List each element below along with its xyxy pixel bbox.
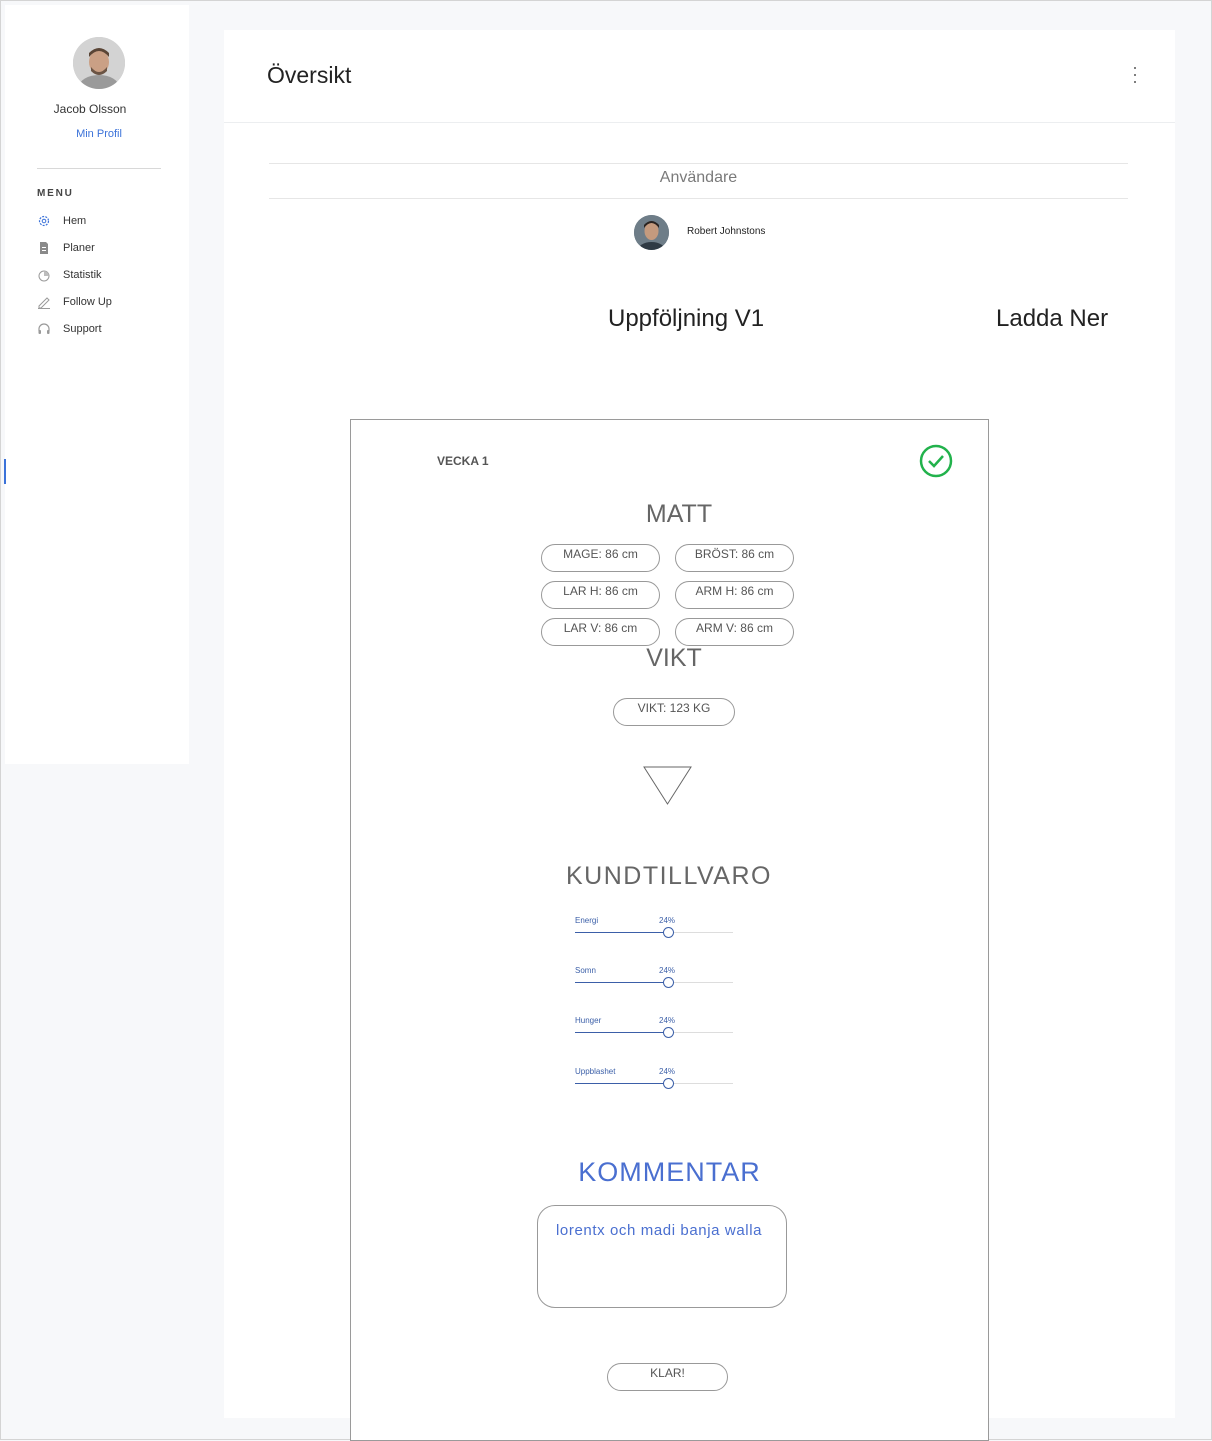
slider-uppblashet[interactable]: Uppblashet 24% [575, 1067, 733, 1097]
client-avatar[interactable] [634, 215, 669, 250]
measure-mage-field[interactable]: MAGE: 86 cm [541, 544, 660, 572]
measurements-heading: MATT [645, 500, 713, 528]
done-button[interactable]: KLAR! [607, 1363, 728, 1391]
slider-energi[interactable]: Energi 24% [575, 916, 733, 946]
sidebar-item-label: Support [63, 323, 102, 335]
sidebar-item-label: Statistik [63, 269, 102, 281]
sidebar-item-planer[interactable]: Planer [37, 239, 167, 257]
sidebar-item-statistik[interactable]: Statistik [37, 266, 167, 284]
slider-somn[interactable]: Somn 24% [575, 966, 733, 996]
comment-textarea[interactable]: lorentx och madi banja walla [537, 1205, 787, 1308]
sidebar-divider [37, 168, 161, 169]
sidebar-item-label: Follow Up [63, 296, 112, 308]
sidebar-item-support[interactable]: Support [37, 320, 167, 338]
slider-value: 24% [659, 1016, 676, 1025]
measure-brost-field[interactable]: BRÖST: 86 cm [675, 544, 794, 572]
section-divider-top [269, 163, 1128, 164]
slider-label: Hunger [575, 1016, 602, 1025]
client-name: Robert Johnstons [687, 226, 766, 237]
weight-heading: VIKT [646, 644, 702, 672]
menu-title: MENU [37, 188, 74, 199]
gear-icon [37, 214, 51, 228]
main-panel: Översikt Användare Robert Johnstons Uppf… [224, 30, 1175, 1441]
comment-heading: KOMMENTAR [578, 1157, 761, 1187]
wellbeing-heading: KUNDTILLVARO [565, 862, 772, 890]
more-options-icon[interactable] [1128, 64, 1142, 86]
slider-value: 24% [659, 916, 676, 925]
active-indicator [4, 459, 6, 484]
headset-icon [37, 322, 51, 336]
slider-fill [575, 1032, 668, 1033]
pencil-icon [37, 295, 51, 309]
user-name: Jacob Olsson [53, 102, 127, 116]
download-button[interactable]: Ladda Ner [996, 305, 1108, 333]
sidebar-item-follow-up[interactable]: Follow Up [37, 293, 167, 311]
slider-fill [575, 982, 668, 983]
dropdown-triangle-icon[interactable] [643, 766, 693, 811]
slider-knob[interactable] [663, 1027, 674, 1038]
slider-fill [575, 932, 668, 933]
user-avatar[interactable] [73, 37, 125, 89]
measure-lar-h-field[interactable]: LAR H: 86 cm [541, 581, 660, 609]
measure-arm-h-field[interactable]: ARM H: 86 cm [675, 581, 794, 609]
my-profile-link[interactable]: Min Profil [5, 128, 193, 140]
header-divider [224, 122, 1175, 123]
week-label: VECKA 1 [437, 454, 489, 468]
check-circle-icon[interactable] [919, 444, 953, 478]
document-icon [37, 241, 51, 255]
slider-hunger[interactable]: Hunger 24% [575, 1016, 733, 1046]
plan-title: Uppföljning V1 [608, 305, 765, 332]
slider-knob[interactable] [663, 927, 674, 938]
slider-label: Energi [575, 916, 599, 925]
sidebar-item-label: Planer [63, 242, 95, 254]
slider-label: Somn [575, 966, 596, 975]
slider-knob[interactable] [663, 1078, 674, 1089]
page-title: Översikt [267, 62, 352, 88]
slider-value: 24% [659, 966, 676, 975]
measure-arm-v-field[interactable]: ARM V: 86 cm [675, 618, 794, 646]
slider-label: Uppblashet [575, 1067, 616, 1076]
sidebar-item-label: Hem [63, 215, 87, 227]
sidebar: Jacob Olsson Min Profil MENU Hem Planer … [5, 5, 189, 764]
slider-fill [575, 1083, 668, 1084]
pie-chart-icon [37, 268, 51, 282]
follow-up-card: VECKA 1 MATT MAGE: 86 cm BRÖST: 86 cm LA… [350, 419, 989, 1441]
slider-knob[interactable] [663, 977, 674, 988]
section-divider-bottom [269, 198, 1128, 199]
users-section-label: Användare [659, 169, 738, 186]
slider-value: 24% [659, 1067, 676, 1076]
weight-field[interactable]: VIKT: 123 KG [613, 698, 735, 726]
measure-lar-v-field[interactable]: LAR V: 86 cm [541, 618, 660, 646]
sidebar-item-hem[interactable]: Hem [37, 212, 167, 230]
